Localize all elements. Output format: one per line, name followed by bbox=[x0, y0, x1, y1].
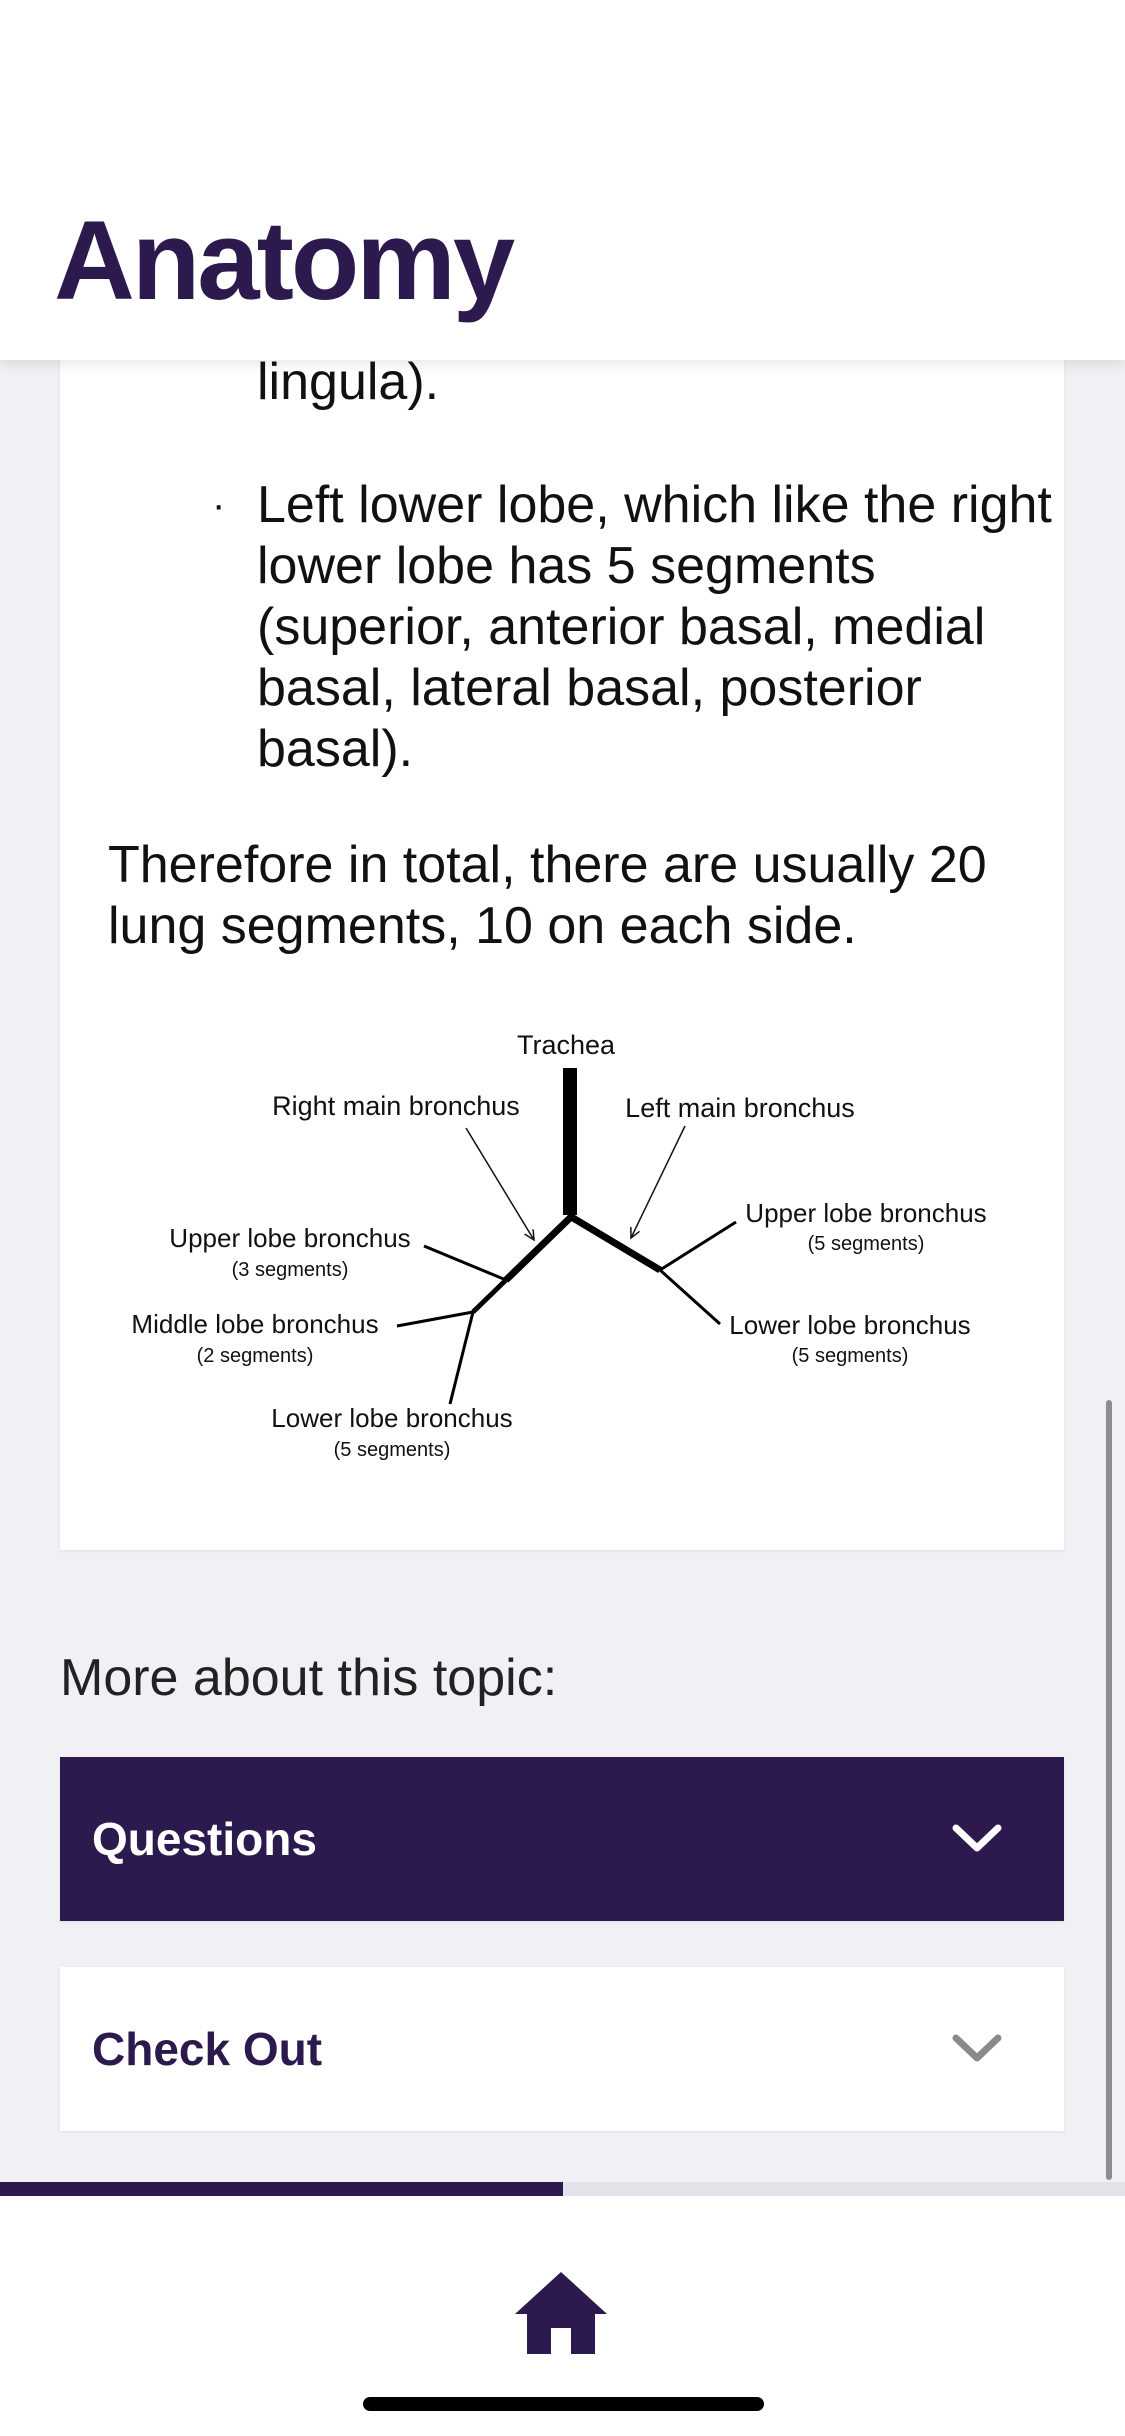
right-upper-branch bbox=[423, 1244, 507, 1282]
bullet-text: Left lower lobe, which like the right lo… bbox=[257, 476, 1052, 778]
left-lower-branch bbox=[658, 1268, 722, 1326]
right-middle-seg: (2 segments) bbox=[197, 1345, 314, 1367]
list-item: · Left lower lobe, which like the right … bbox=[207, 475, 1052, 780]
right-lower-branch bbox=[448, 1311, 475, 1405]
check-out-label: Check Out bbox=[92, 2023, 323, 2075]
summary-paragraph: Therefore in total, there are usually 20… bbox=[108, 836, 987, 955]
scrollbar[interactable] bbox=[1106, 1400, 1112, 2180]
reading-progress-fill bbox=[0, 2182, 563, 2196]
right-upper-label: Upper lobe bronchus bbox=[169, 1223, 410, 1253]
app-header: Anatomy bbox=[0, 0, 1125, 360]
home-button[interactable] bbox=[511, 2268, 611, 2358]
home-indicator bbox=[363, 2397, 764, 2411]
right-middle-label: Middle lobe bronchus bbox=[131, 1309, 378, 1339]
right-lower-seg: (5 segments) bbox=[334, 1439, 451, 1461]
left-upper-branch bbox=[659, 1220, 737, 1272]
trachea-label: Trachea bbox=[517, 1030, 616, 1060]
left-lower-label: Lower lobe bronchus bbox=[729, 1310, 970, 1340]
right-upper-seg: (3 segments) bbox=[232, 1259, 349, 1281]
chevron-down-icon bbox=[952, 1824, 1002, 1852]
bullet-list: · Left lower lobe, which like the right … bbox=[207, 475, 1052, 780]
left-upper-seg: (5 segments) bbox=[808, 1233, 925, 1255]
left-lower-seg: (5 segments) bbox=[792, 1345, 909, 1367]
questions-accordion[interactable]: Questions bbox=[60, 1757, 1064, 1921]
reading-progress-bar bbox=[0, 2182, 1125, 2196]
right-main-pointer bbox=[465, 1127, 534, 1240]
home-icon bbox=[515, 2272, 607, 2354]
right-lower-label: Lower lobe bronchus bbox=[271, 1403, 512, 1433]
more-topic-heading: More about this topic: bbox=[60, 1649, 558, 1707]
left-main-label: Left main bronchus bbox=[625, 1093, 855, 1123]
check-out-accordion[interactable]: Check Out bbox=[60, 1967, 1064, 2131]
right-middle-branch bbox=[396, 1310, 474, 1328]
right-main-label: Right main bronchus bbox=[272, 1091, 520, 1121]
chevron-down-icon bbox=[952, 2034, 1002, 2062]
left-main-pointer bbox=[631, 1125, 686, 1238]
bronchial-tree-diagram: Trachea Right main bronchus Left main br… bbox=[60, 1020, 1064, 1500]
bullet-marker: · bbox=[212, 483, 226, 527]
right-main-bronchus-line bbox=[503, 1212, 576, 1283]
page-title: Anatomy bbox=[54, 198, 515, 323]
bronchial-tree-svg: Trachea Right main bronchus Left main br… bbox=[131, 1030, 986, 1461]
left-main-bronchus-line bbox=[566, 1211, 662, 1274]
left-upper-label: Upper lobe bronchus bbox=[745, 1198, 986, 1228]
right-intermediate-line bbox=[471, 1278, 508, 1314]
questions-label: Questions bbox=[92, 1813, 317, 1865]
content-card: lingula). · Left lower lobe, which like … bbox=[60, 300, 1064, 1550]
continued-text: lingula). bbox=[257, 353, 440, 411]
